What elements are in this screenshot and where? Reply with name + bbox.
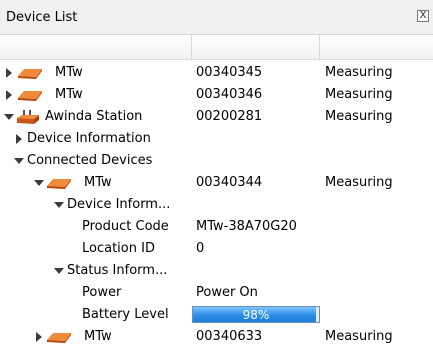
- tree-row[interactable]: Awinda Station 00200281 Measuring: [0, 106, 433, 128]
- group-label: Device Information: [27, 131, 151, 146]
- tree-row[interactable]: Connected Devices: [0, 150, 433, 172]
- device-id: 00200281: [196, 109, 263, 124]
- mtw-sensor-icon: [18, 69, 42, 79]
- chevron-right-icon[interactable]: [16, 134, 22, 144]
- tree-row[interactable]: Product Code MTw-38A70G20: [0, 216, 433, 238]
- tree-row[interactable]: MTw 00340344 Measuring: [0, 172, 433, 194]
- tree-row[interactable]: Location ID 0: [0, 238, 433, 260]
- battery-level-bar: 98%: [192, 306, 320, 323]
- chevron-right-icon[interactable]: [36, 332, 42, 342]
- device-id: 00340344: [196, 175, 263, 190]
- mtw-sensor-icon: [47, 179, 71, 189]
- device-id: 00340346: [196, 87, 263, 102]
- chevron-down-icon[interactable]: [14, 158, 24, 164]
- tree-row[interactable]: MTw 00340345 Measuring: [0, 62, 433, 84]
- device-name: MTw: [55, 87, 83, 102]
- property-value: 0: [196, 241, 205, 256]
- panel-title: Device List: [6, 10, 78, 25]
- awinda-station-icon: [17, 110, 39, 124]
- device-status: Measuring: [325, 329, 393, 344]
- chevron-down-icon[interactable]: [4, 114, 14, 120]
- tree-row[interactable]: MTw 00340633 Measuring: [0, 326, 433, 348]
- property-value: Power On: [196, 285, 258, 300]
- device-list-titlebar: Device List X: [0, 0, 433, 35]
- chevron-down-icon[interactable]: [54, 268, 64, 274]
- mtw-sensor-icon: [18, 91, 42, 101]
- device-name: MTw: [84, 329, 112, 344]
- chevron-down-icon[interactable]: [54, 202, 64, 208]
- device-status: Measuring: [325, 175, 393, 190]
- chevron-right-icon[interactable]: [6, 68, 12, 78]
- tree-row[interactable]: Device Inform...: [0, 194, 433, 216]
- property-label: Power: [82, 285, 122, 300]
- tree-row[interactable]: Power Power On: [0, 282, 433, 304]
- property-label: Battery Level: [82, 307, 169, 322]
- mtw-sensor-icon: [47, 333, 71, 343]
- device-status: Measuring: [325, 87, 393, 102]
- close-icon[interactable]: X: [417, 10, 429, 22]
- device-status: Measuring: [325, 65, 393, 80]
- column-header-id[interactable]: [192, 35, 320, 59]
- tree-row[interactable]: MTw 00340346 Measuring: [0, 84, 433, 106]
- group-label: Status Inform...: [67, 263, 168, 278]
- device-name: MTw: [55, 65, 83, 80]
- property-label: Product Code: [82, 219, 169, 234]
- tree-row[interactable]: Battery Level 98%: [0, 304, 433, 326]
- battery-level-text: 98%: [242, 308, 270, 322]
- device-id: 00340345: [196, 65, 263, 80]
- device-name: MTw: [84, 175, 112, 190]
- chevron-down-icon[interactable]: [34, 180, 44, 186]
- group-label: Connected Devices: [27, 153, 153, 168]
- group-label: Device Inform...: [67, 197, 171, 212]
- column-header-status[interactable]: [320, 35, 433, 59]
- device-id: 00340633: [196, 329, 263, 344]
- column-header-row: [0, 35, 433, 60]
- tree-row[interactable]: Device Information: [0, 128, 433, 150]
- property-value: MTw-38A70G20: [196, 219, 297, 234]
- property-label: Location ID: [82, 241, 155, 256]
- device-status: Measuring: [325, 109, 393, 124]
- chevron-right-icon[interactable]: [6, 90, 12, 100]
- tree-row[interactable]: Status Inform...: [0, 260, 433, 282]
- device-name: Awinda Station: [45, 109, 143, 124]
- column-header-name[interactable]: [0, 35, 192, 59]
